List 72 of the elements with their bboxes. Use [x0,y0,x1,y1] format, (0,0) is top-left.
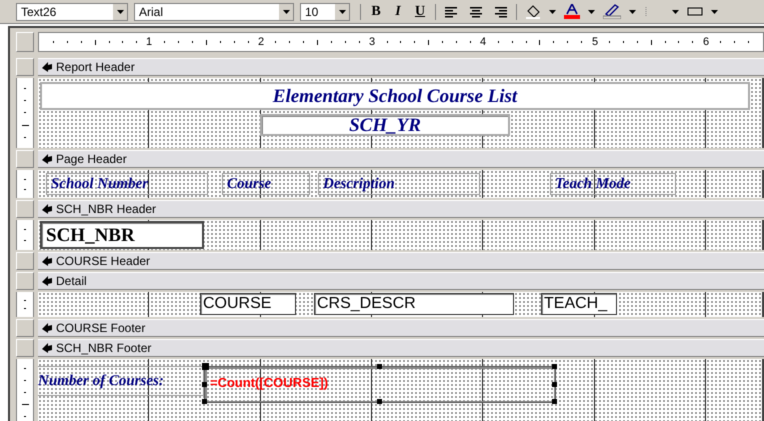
ruler-number: 5 [592,35,598,49]
label-control[interactable]: Elementary School Course List [40,82,750,110]
ruler-number: 1 [146,35,152,49]
caret-icon [279,4,293,20]
ruler-number: 3 [369,35,376,49]
resize-handle[interactable] [552,382,557,386]
section-arrow-icon [42,204,52,214]
resize-handle[interactable] [202,363,209,370]
line-color-icon[interactable] [603,4,621,19]
caret-icon[interactable] [549,10,556,14]
section-selector[interactable] [16,200,34,218]
align-left-icon[interactable] [444,6,460,18]
report-selector[interactable] [16,32,34,52]
caret-icon[interactable] [588,10,595,14]
fill-bucket-icon[interactable] [525,4,541,18]
section-bar[interactable]: SCH_NBR Footer [38,339,764,357]
section-title: Page Header [56,153,127,165]
resize-handle[interactable] [202,382,207,386]
text-box-control[interactable]: SCH_YR [260,114,510,136]
section-selector[interactable] [16,319,34,337]
caret-icon[interactable] [711,10,718,14]
format-button[interactable]: I [387,2,409,20]
font-color-icon[interactable] [564,4,580,19]
text-box-control[interactable]: CRS_DESCR [314,293,514,315]
ruler-number: 4 [480,35,486,49]
dropdown-field[interactable]: Text26 [16,2,128,20]
resize-handle[interactable] [552,399,557,404]
vertical-ruler [16,359,34,421]
caret-icon [113,4,127,20]
section-title: Detail [56,275,87,287]
label-control[interactable]: Teach Mode [550,173,676,195]
vertical-ruler [16,220,34,250]
section-title: COURSE Footer [56,322,146,334]
section-title: COURSE Header [56,255,150,267]
format-button[interactable]: B [365,2,387,20]
text-box-control[interactable]: COURSE [200,293,296,315]
section-selector[interactable] [16,150,34,168]
section-bar[interactable]: SCH_NBR Header [38,200,764,218]
section-selector[interactable] [16,339,34,357]
dropdown-field[interactable]: Arial [134,2,294,20]
section-selector[interactable] [16,272,34,290]
section-bar[interactable]: COURSE Footer [38,319,764,337]
vertical-ruler [16,170,34,198]
vertical-ruler [16,292,34,317]
text-box-control[interactable]: TEACH_ [541,293,617,315]
section-bar[interactable]: Page Header [38,150,764,168]
caret-icon [335,4,349,20]
align-right-icon[interactable] [492,6,508,18]
caret-icon[interactable] [629,10,636,14]
resize-handle[interactable] [377,364,382,369]
ruler-number: 2 [258,35,264,49]
vertical-ruler [16,78,34,148]
text-box-control[interactable]: SCH_NBR [40,221,204,249]
section-arrow-icon [42,154,52,164]
ruler-number: 6 [703,35,710,49]
section-selector[interactable] [16,252,34,270]
dropdown-field[interactable]: 10 [300,2,350,20]
section-title: SCH_NBR Footer [56,342,152,354]
resize-handle[interactable] [377,399,382,404]
section-title: Report Header [56,61,135,73]
resize-handle[interactable] [552,364,557,369]
section-selector[interactable] [16,58,34,76]
border-icon[interactable] [687,6,703,18]
align-center-icon[interactable] [468,6,484,18]
section-bar[interactable]: COURSE Header [38,252,764,270]
resize-handle[interactable] [202,399,207,404]
caret-icon[interactable] [672,10,679,14]
section-title: SCH_NBR Header [56,203,156,215]
section-bar[interactable]: Detail [38,272,764,290]
format-button[interactable]: U [409,2,431,20]
section-arrow-icon [42,62,52,72]
section-bar[interactable]: Report Header [38,58,764,76]
